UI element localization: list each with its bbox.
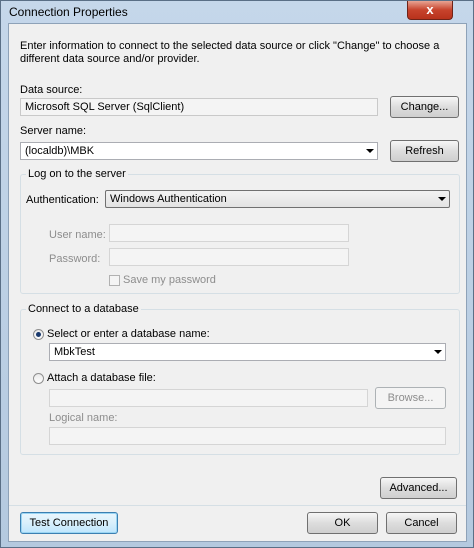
server-name-combo[interactable]: (localdb)\MBK — [20, 142, 378, 160]
title-bar[interactable]: Connection Properties x — [1, 1, 473, 23]
footer-separator — [9, 505, 466, 506]
authentication-value: Windows Authentication — [110, 193, 227, 205]
test-connection-button[interactable]: Test Connection — [20, 512, 118, 534]
chevron-down-icon[interactable] — [438, 197, 446, 201]
advanced-button[interactable]: Advanced... — [380, 477, 457, 499]
connection-properties-window: Connection Properties x Enter informatio… — [0, 0, 474, 548]
dialog-body: Enter information to connect to the sele… — [8, 23, 467, 542]
server-name-value: (localdb)\MBK — [25, 145, 95, 157]
database-name-combo[interactable]: MbkTest — [49, 343, 446, 361]
data-source-label: Data source: — [20, 84, 83, 96]
select-database-label: Select or enter a database name: — [47, 328, 210, 340]
logon-group-title: Log on to the server — [26, 168, 128, 180]
server-name-label: Server name: — [20, 125, 87, 137]
attach-database-radio[interactable] — [33, 373, 44, 384]
save-password-label: Save my password — [123, 274, 216, 286]
database-file-field[interactable] — [49, 389, 368, 407]
close-icon: x — [426, 2, 434, 17]
authentication-label: Authentication: — [26, 194, 99, 206]
chevron-down-icon[interactable] — [434, 350, 442, 354]
user-name-label: User name: — [49, 229, 106, 241]
select-database-radio[interactable] — [33, 329, 44, 340]
browse-button[interactable]: Browse... — [375, 387, 446, 409]
change-button[interactable]: Change... — [390, 96, 459, 118]
user-name-field[interactable] — [109, 224, 349, 242]
password-label: Password: — [49, 253, 101, 265]
cancel-button[interactable]: Cancel — [386, 512, 457, 534]
data-source-field: Microsoft SQL Server (SqlClient) — [20, 98, 378, 116]
ok-button[interactable]: OK — [307, 512, 378, 534]
refresh-button[interactable]: Refresh — [390, 140, 459, 162]
database-name-value: MbkTest — [54, 346, 95, 358]
close-button[interactable]: x — [407, 1, 453, 20]
password-field[interactable] — [109, 248, 349, 266]
save-password-checkbox[interactable] — [109, 275, 120, 286]
database-group-title: Connect to a database — [26, 303, 141, 315]
chevron-down-icon[interactable] — [366, 149, 374, 153]
logical-name-field[interactable] — [49, 427, 446, 445]
attach-database-label: Attach a database file: — [47, 372, 156, 384]
authentication-combo[interactable]: Windows Authentication — [105, 190, 450, 208]
intro-text: Enter information to connect to the sele… — [20, 40, 440, 65]
window-title: Connection Properties — [9, 5, 128, 19]
logical-name-label: Logical name: — [49, 412, 118, 424]
